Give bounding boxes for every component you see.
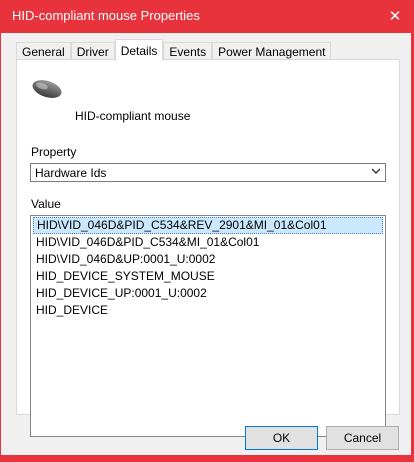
value-label: Value: [31, 197, 61, 211]
cancel-button[interactable]: Cancel: [326, 426, 399, 450]
property-dropdown[interactable]: Hardware Ids: [30, 163, 386, 182]
property-label: Property: [31, 145, 77, 159]
title-bar[interactable]: HID-compliant mouse Properties ✕: [0, 0, 414, 33]
list-item[interactable]: HID_DEVICE: [31, 302, 385, 319]
device-name: HID-compliant mouse: [75, 109, 191, 123]
close-button[interactable]: ✕: [382, 5, 408, 27]
tab-details[interactable]: Details: [114, 39, 164, 61]
list-item[interactable]: HID\VID_046D&PID_C534&REV_2901&MI_01&Col…: [33, 217, 383, 234]
tab-general[interactable]: General: [16, 42, 71, 60]
list-item[interactable]: HID\VID_046D&UP:0001_U:0002: [31, 251, 385, 268]
tab-driver[interactable]: Driver: [70, 42, 115, 60]
ok-button[interactable]: OK: [245, 426, 318, 450]
details-panel: HID-compliant mouse Property Hardware Id…: [16, 59, 400, 437]
close-icon: ✕: [388, 8, 402, 25]
mouse-icon: [32, 80, 62, 98]
tab-power-management[interactable]: Power Management: [212, 42, 332, 60]
dialog-body: General Driver Details Events Power Mana…: [1, 33, 411, 455]
property-selected-value: Hardware Ids: [35, 165, 107, 180]
list-item[interactable]: HID_DEVICE_UP:0001_U:0002: [31, 285, 385, 302]
list-item[interactable]: HID\VID_046D&PID_C534&MI_01&Col01: [31, 234, 385, 251]
tab-events[interactable]: Events: [163, 42, 213, 60]
tab-strip: General Driver Details Events Power Mana…: [16, 39, 332, 61]
value-listbox[interactable]: HID\VID_046D&PID_C534&REV_2901&MI_01&Col…: [30, 215, 386, 437]
list-item[interactable]: HID_DEVICE_SYSTEM_MOUSE: [31, 268, 385, 285]
properties-window: HID-compliant mouse Properties ✕ General…: [0, 0, 414, 462]
window-title: HID-compliant mouse Properties: [12, 8, 200, 23]
chevron-down-icon: [371, 168, 381, 174]
